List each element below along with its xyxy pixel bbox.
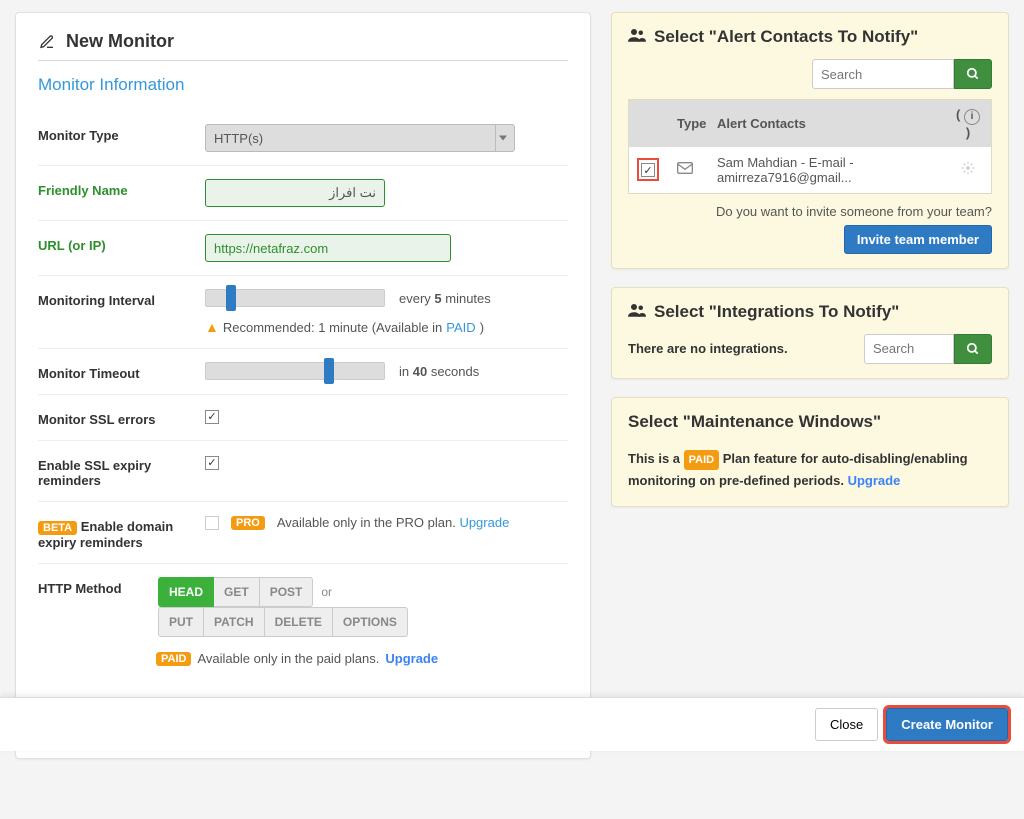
slider-interval[interactable] (205, 289, 385, 307)
label-ssl-expiry: Enable SSL expiry reminders (38, 454, 205, 488)
warning-icon: ▲ (205, 319, 219, 335)
footer-bar: Close Create Monitor (0, 697, 1024, 751)
slider-timeout-thumb[interactable] (324, 358, 334, 384)
row-timeout: Monitor Timeout in 40 seconds (38, 349, 568, 395)
contacts-search-button[interactable] (954, 59, 992, 89)
input-url[interactable] (205, 234, 451, 262)
edit-icon (38, 33, 56, 51)
row-interval: Monitoring Interval every 5 minutes ▲ Re… (38, 276, 568, 349)
slider-interval-thumb[interactable] (226, 285, 236, 311)
row-friendly-name: Friendly Name (38, 166, 568, 221)
row-monitor-type: Monitor Type HTTP(s) (38, 111, 568, 166)
panel-heading: New Monitor (38, 31, 568, 61)
label-domain-expiry: BETA Enable domain expiry reminders (38, 515, 205, 550)
create-monitor-button[interactable]: Create Monitor (886, 708, 1008, 741)
contact-row: ✓ Sam Mahdian - E-mail - amirreza7916@gm… (629, 147, 991, 193)
slider-timeout[interactable] (205, 362, 385, 380)
interval-value: every 5 minutes (399, 291, 491, 306)
invite-button[interactable]: Invite team member (844, 225, 992, 254)
panel-title-text: New Monitor (66, 31, 174, 52)
contact-name: Sam Mahdian - E-mail - amirreza7916@gmai… (717, 155, 953, 185)
contacts-search-input[interactable] (812, 59, 954, 89)
timeout-value: in 40 seconds (399, 364, 479, 379)
pro-badge: PRO (231, 516, 265, 530)
contacts-table-header: Type Alert Contacts ( i ) (629, 100, 991, 147)
interval-recommendation: ▲ Recommended: 1 minute (Available in PA… (205, 319, 568, 335)
row-ssl-errors: Monitor SSL errors ✓ (38, 395, 568, 441)
users-icon (628, 302, 646, 322)
label-interval: Monitoring Interval (38, 289, 205, 308)
method-or: or (321, 585, 332, 599)
upgrade-link-maint[interactable]: Upgrade (848, 473, 901, 488)
method-options[interactable]: OPTIONS (333, 607, 408, 637)
users-icon (628, 27, 646, 47)
paid-link[interactable]: PAID (446, 320, 475, 335)
integrations-box: Select "Integrations To Notify" There ar… (611, 287, 1009, 379)
invite-section: Do you want to invite someone from your … (628, 204, 992, 254)
maintenance-box: Select "Maintenance Windows" This is a P… (611, 397, 1009, 508)
checkbox-domain-expiry[interactable] (205, 516, 219, 530)
search-icon (966, 342, 980, 356)
label-monitor-type: Monitor Type (38, 124, 205, 143)
method-head[interactable]: HEAD (158, 577, 214, 607)
label-friendly-name: Friendly Name (38, 179, 205, 198)
contact-checkbox-highlight: ✓ (637, 158, 659, 182)
method-patch[interactable]: PATCH (204, 607, 265, 637)
label-ssl-errors: Monitor SSL errors (38, 408, 205, 427)
invite-question: Do you want to invite someone from your … (628, 204, 992, 219)
search-icon (966, 67, 980, 81)
row-url: URL (or IP) (38, 221, 568, 276)
section-monitor-info: Monitor Information (38, 75, 568, 95)
contact-checkbox[interactable]: ✓ (641, 163, 655, 177)
method-put[interactable]: PUT (158, 607, 204, 637)
gear-icon[interactable] (961, 163, 975, 178)
mail-icon (677, 162, 693, 177)
maintenance-text: This is a PAID Plan feature for auto-dis… (628, 448, 992, 493)
info-icon[interactable]: i (964, 109, 980, 125)
maintenance-title: Select "Maintenance Windows" (628, 412, 992, 432)
row-ssl-expiry: Enable SSL expiry reminders ✓ (38, 441, 568, 502)
row-domain-expiry: BETA Enable domain expiry reminders PRO … (38, 502, 568, 564)
no-integrations-text: There are no integrations. (628, 341, 788, 356)
beta-badge: BETA (38, 521, 77, 535)
new-monitor-panel: New Monitor Monitor Information Monitor … (15, 12, 591, 759)
alert-contacts-box: Select "Alert Contacts To Notify" Type A… (611, 12, 1009, 269)
contacts-table: Type Alert Contacts ( i ) ✓ (628, 99, 992, 194)
close-button[interactable]: Close (815, 708, 878, 741)
integrations-search-input[interactable] (864, 334, 954, 364)
label-url: URL (or IP) (38, 234, 205, 253)
input-friendly-name[interactable] (205, 179, 385, 207)
integrations-search-button[interactable] (954, 334, 992, 364)
method-get[interactable]: GET (214, 577, 260, 607)
label-timeout: Monitor Timeout (38, 362, 205, 381)
method-paid-note: PAID Available only in the paid plans. U… (156, 651, 568, 666)
row-http-method: HTTP Method HEAD GET POST or PUT PATCH D… (38, 564, 568, 679)
paid-badge: PAID (156, 652, 191, 666)
checkbox-ssl-errors[interactable]: ✓ (205, 410, 219, 424)
method-post[interactable]: POST (260, 577, 314, 607)
checkbox-ssl-expiry[interactable]: ✓ (205, 456, 219, 470)
upgrade-link-paid[interactable]: Upgrade (385, 651, 438, 666)
method-delete[interactable]: DELETE (265, 607, 333, 637)
label-http-method: HTTP Method (38, 577, 158, 596)
paid-badge-maint: PAID (684, 450, 719, 471)
integrations-title: Select "Integrations To Notify" (628, 302, 992, 322)
alert-contacts-title: Select "Alert Contacts To Notify" (628, 27, 992, 47)
upgrade-link-pro[interactable]: Upgrade (459, 515, 509, 530)
select-monitor-type[interactable]: HTTP(s) (205, 124, 515, 152)
